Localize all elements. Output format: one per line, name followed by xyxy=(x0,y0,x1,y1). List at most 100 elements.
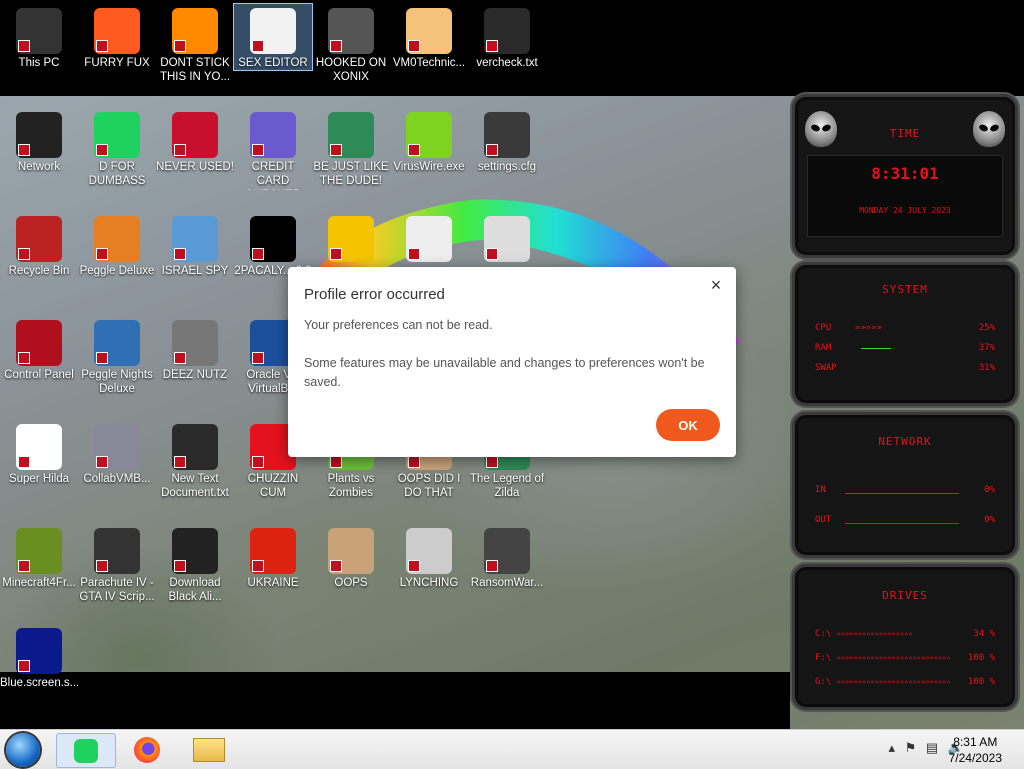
shortcut-arrow-icon xyxy=(486,560,498,572)
shortcut-arrow-icon xyxy=(96,560,108,572)
desktop-icon[interactable]: Super Hilda xyxy=(0,420,78,486)
drive-f-value: 100 % xyxy=(967,653,995,663)
start-button[interactable] xyxy=(6,733,40,767)
desktop-icon[interactable]: VirusWire.exe xyxy=(390,108,468,174)
shortcut-arrow-icon xyxy=(486,456,498,468)
desktop-icon[interactable]: Download Black Ali... xyxy=(156,524,234,604)
desktop-icon-label: Minecraft4Fr... xyxy=(2,577,76,589)
network-icon[interactable]: ▤ xyxy=(926,740,938,755)
desktop-icon[interactable]: Peggle Nights Deluxe xyxy=(78,316,156,396)
shortcut-arrow-icon xyxy=(96,248,108,260)
firefox-icon xyxy=(134,736,160,763)
desktop-icon[interactable]: This PC xyxy=(0,4,78,70)
taskbar-app-explorer[interactable] xyxy=(186,733,232,766)
desktop-icon[interactable]: D FOR DUMBASS xyxy=(78,108,156,188)
vlc-cone-icon xyxy=(172,8,218,54)
desktop-icon-label: Peggle Nights Deluxe xyxy=(81,369,153,395)
shortcut-arrow-icon xyxy=(174,560,186,572)
gadget-date: MONDAY 24 JULY 2023 xyxy=(859,206,951,215)
desktop-icon[interactable] xyxy=(468,212,546,264)
desktop-icon[interactable]: CREDIT CARD CHECKER xyxy=(234,108,312,190)
desktop-icon[interactable]: LYNCHING xyxy=(390,524,468,590)
shortcut-arrow-icon xyxy=(486,248,498,260)
shortcut-arrow-icon xyxy=(486,40,498,52)
drive-f-bar: »»»»»»»»»»»»»»»»»»»»»»»»»»» xyxy=(836,654,951,662)
desktop-icon-label: OOPS xyxy=(334,577,368,589)
recycle-bin-icon xyxy=(16,216,62,262)
credit-card-icon xyxy=(250,112,296,158)
desktop-icon-label: VirusWire.exe xyxy=(393,161,465,173)
drive-c-bar: »»»»»»»»»»»»»»»»»» xyxy=(836,630,913,638)
desktop-icon-label: Plants vs Zombies xyxy=(327,473,375,499)
green-chat-icon xyxy=(94,112,140,158)
desktop-icon[interactable]: DONT STICK THIS IN YO... xyxy=(156,4,234,84)
net-in-value: 0% xyxy=(984,485,995,495)
flag-icon[interactable]: ⚑ xyxy=(905,740,917,755)
dialog-message-detail: Some features may be unavailable and cha… xyxy=(304,356,705,389)
firefox-icon xyxy=(94,8,140,54)
bsod-icon xyxy=(16,628,62,674)
console-icon xyxy=(250,216,296,262)
shortcut-arrow-icon xyxy=(252,144,264,156)
desktop-icon[interactable]: vercheck.txt xyxy=(468,4,546,70)
collab-icon xyxy=(94,424,140,470)
desktop-icon[interactable]: SEX EDITOR xyxy=(233,3,313,71)
desktop-icon[interactable]: UKRAINE xyxy=(234,524,312,590)
desktop-icon[interactable]: Control Panel xyxy=(0,316,78,382)
shortcut-arrow-icon xyxy=(18,456,30,468)
desktop-icon-label: RansomWar... xyxy=(470,577,544,589)
text-file-icon xyxy=(172,424,218,470)
desktop-icon[interactable]: Recycle Bin xyxy=(0,212,78,278)
desktop-icon[interactable]: RansomWar... xyxy=(468,524,546,590)
shortcut-arrow-icon xyxy=(18,560,30,572)
taskbar-clock[interactable]: 8:31 AM 7/24/2023 xyxy=(949,734,1002,766)
desktop-icon[interactable] xyxy=(390,212,468,264)
close-icon[interactable]: × xyxy=(706,275,726,295)
desktop-icon[interactable]: CollabVMB... xyxy=(78,420,156,486)
system-gadget: SYSTEM CPU »»»»» 25% RAM 37% SWAP 31% xyxy=(792,262,1018,406)
desktop-icon[interactable]: VM0Technic... xyxy=(390,4,468,70)
ok-button[interactable]: OK xyxy=(656,409,720,441)
desktop-icon[interactable]: HOOKED ON XONIX xyxy=(312,4,390,84)
devcpp-icon xyxy=(172,112,218,158)
alienware-icon xyxy=(16,112,62,158)
desktop-icon-label: Network xyxy=(17,161,61,173)
desktop-icon[interactable]: Minecraft4Fr... xyxy=(0,524,78,590)
desktop-icon-label: New Text Document.txt xyxy=(161,473,229,499)
drive-g-label: G:\ xyxy=(815,677,832,687)
taskbar-app-firefox[interactable] xyxy=(124,733,170,766)
shortcut-arrow-icon xyxy=(18,352,30,364)
shortcut-arrow-icon xyxy=(96,40,108,52)
time-title: TIME xyxy=(889,127,921,140)
ram-label: RAM xyxy=(815,343,832,353)
desktop-icon[interactable]: NEVER USED! xyxy=(156,108,234,174)
desktop-icon[interactable]: Peggle Deluxe xyxy=(78,212,156,278)
desktop-icon[interactable]: settings.cfg xyxy=(468,108,546,174)
desktop-icon[interactable]: Network xyxy=(0,108,78,174)
profile-error-dialog: Profile error occurred × Your preference… xyxy=(288,267,736,457)
desktop-icon[interactable]: Parachute IV - GTA IV Scrip... xyxy=(78,524,156,604)
desktop-icon-label: The Legend of Zilda xyxy=(469,473,545,499)
chevron-up-icon[interactable]: ▴ xyxy=(888,740,895,755)
skull-icon xyxy=(484,528,530,574)
folder-icon xyxy=(193,737,225,762)
desktop-icon[interactable]: OOPS xyxy=(312,524,390,590)
desktop-icon[interactable]: BE JUST LIKE THE DUDE! xyxy=(312,108,390,188)
swap-label: SWAP xyxy=(815,363,837,373)
desktop-icon[interactable]: New Text Document.txt xyxy=(156,420,234,500)
drives-gadget: DRIVES C:\ »»»»»»»»»»»»»»»»»» 34 % F:\ »»… xyxy=(792,564,1018,710)
taskbar-app-chat[interactable] xyxy=(56,733,116,768)
bottom-icon-strip xyxy=(0,672,790,730)
peggle-icon xyxy=(94,216,140,262)
network-gadget: NETWORK IN 0% OUT 0% xyxy=(792,412,1018,558)
desktop-icon[interactable]: FURRY FUX xyxy=(78,4,156,70)
desktop-icon[interactable]: DEEZ NUTZ xyxy=(156,316,234,382)
doctor-icon xyxy=(406,8,452,54)
desktop-icon[interactable]: ISRAEL SPY xyxy=(156,212,234,278)
shortcut-arrow-icon xyxy=(174,144,186,156)
desktop-icon-label: NEVER USED! xyxy=(156,161,234,173)
desktop-icon[interactable]: Blue.screen.s... xyxy=(0,624,78,690)
shortcut-arrow-icon xyxy=(18,660,30,672)
desktop-icon[interactable] xyxy=(312,212,390,264)
desktop-icon-label: VM0Technic... xyxy=(392,57,466,69)
